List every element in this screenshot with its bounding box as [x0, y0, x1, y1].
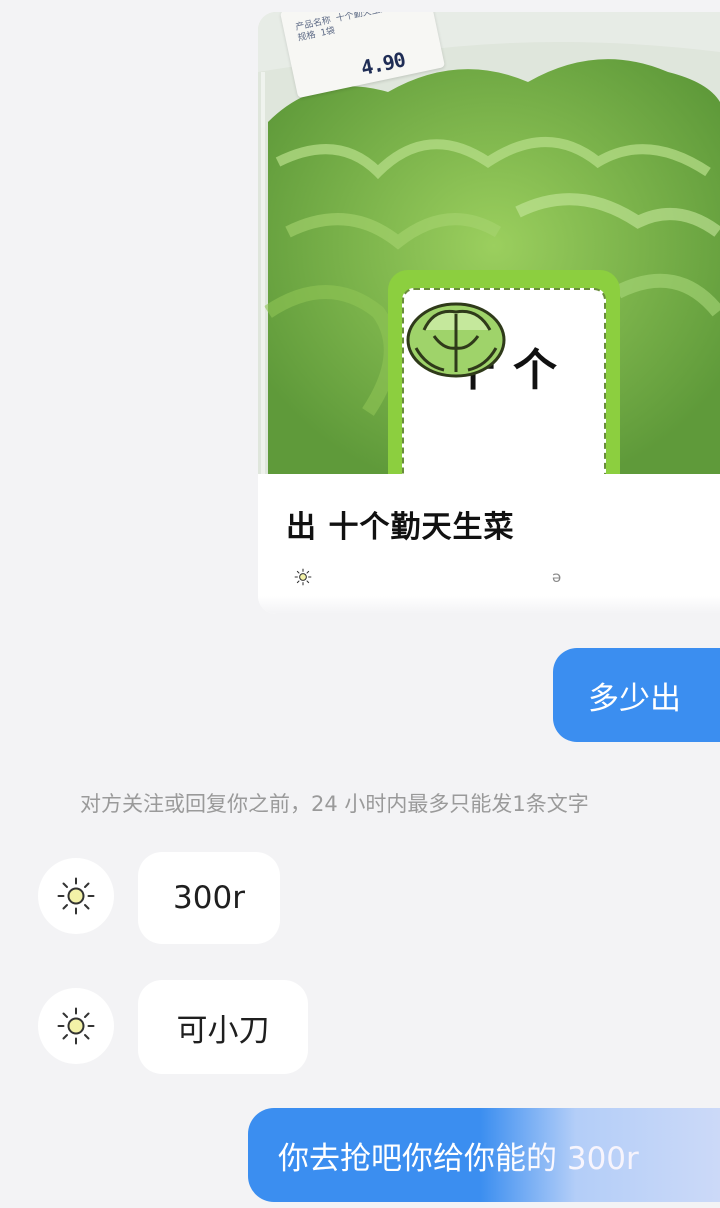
sun-icon: [294, 568, 312, 586]
contact-avatar[interactable]: [38, 858, 114, 934]
mosaic-blur: [480, 1108, 720, 1202]
package-label: 十个: [388, 270, 620, 474]
product-title: 出 十个勤天生菜: [286, 510, 515, 545]
sun-icon: [57, 1007, 95, 1045]
product-photo: 产品名称 十个勤天生菜 规格 1袋 4.90 十个: [258, 12, 720, 474]
system-notice: 对方关注或回复你之前，24 小时内最多只能发1条文字: [80, 792, 589, 816]
product-card[interactable]: 产品名称 十个勤天生菜 规格 1袋 4.90 十个 出 十个勤天生菜 ə: [258, 12, 720, 614]
sun-icon: [57, 877, 95, 915]
message-bubble-incoming[interactable]: 300r: [138, 852, 280, 944]
product-seller-row: ə: [294, 568, 561, 586]
message-bubble-outgoing[interactable]: 多少出: [553, 648, 720, 742]
message-bubble-outgoing[interactable]: 你去抢吧你给你能的 300r: [248, 1108, 720, 1202]
message-bubble-incoming[interactable]: 可小刀: [138, 980, 308, 1074]
contact-avatar[interactable]: [38, 988, 114, 1064]
price-tag-price: 4.90: [358, 47, 408, 81]
cabbage-icon: [406, 302, 506, 378]
seller-row-trailing: ə: [552, 568, 562, 586]
